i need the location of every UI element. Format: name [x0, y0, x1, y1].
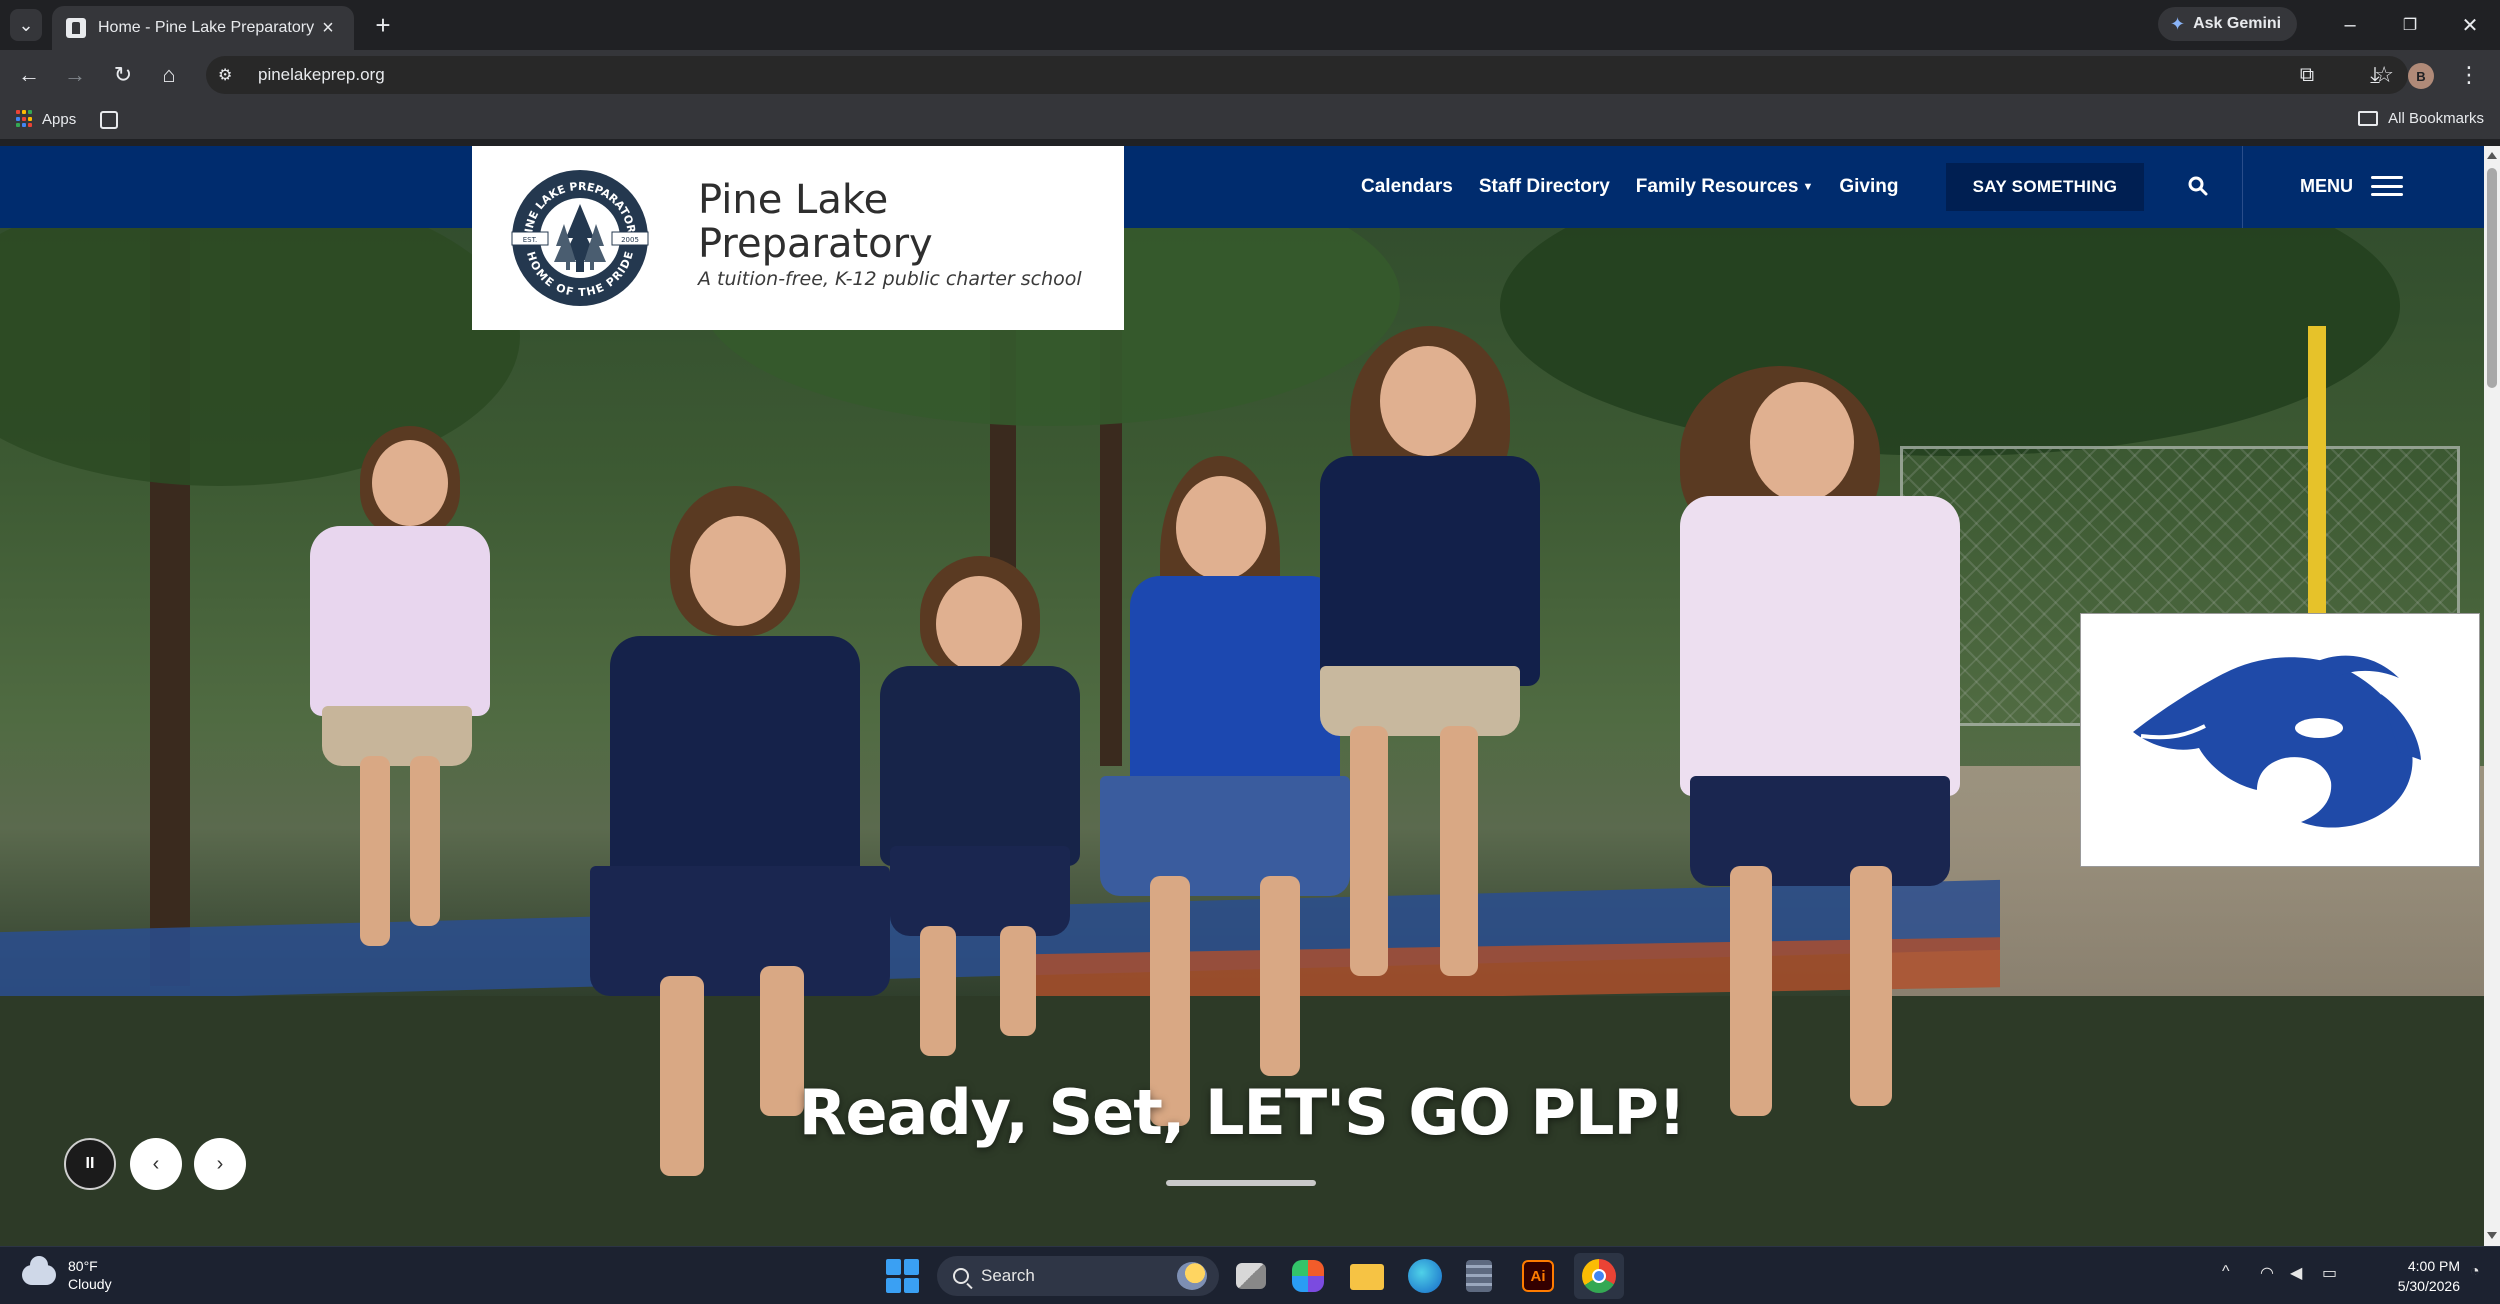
bookmarks-bar: Apps All Bookmarks [0, 100, 2500, 140]
wifi-icon[interactable]: ◠ [2260, 1263, 2274, 1283]
tab-search-chevron-icon[interactable]: ⌄ [10, 9, 42, 41]
school-seal-icon: PINE LAKE PREPARATORY HOME OF THE PRIDE … [511, 170, 649, 306]
edge-browser-icon[interactable] [1408, 1259, 1442, 1293]
pause-slideshow-icon[interactable]: II [64, 1138, 116, 1190]
scroll-thumb[interactable] [2487, 168, 2497, 388]
profile-avatar[interactable]: B [2408, 63, 2434, 89]
windows-taskbar: 80°F Cloudy Search Ai ^ ◠ ◀ ▭ 4:00 PM 5/… [0, 1246, 2500, 1304]
nav-staff-directory[interactable]: Staff Directory [1479, 176, 1610, 198]
search-icon [953, 1268, 969, 1284]
new-tab-plus-icon[interactable]: + [366, 8, 400, 42]
site-favicon-icon [66, 18, 86, 38]
page-viewport: Calendars Staff Directory Family Resourc… [0, 146, 2484, 1246]
school-logo-link[interactable]: PINE LAKE PREPARATORY HOME OF THE PRIDE … [472, 146, 1124, 330]
browser-tab-strip: ⌄ Home - Pine Lake Preparatory × + ✦ Ask… [0, 0, 2500, 50]
home-icon[interactable]: ⌂ [152, 58, 186, 92]
notification-bell-icon[interactable]: ◔ [2470, 1263, 2480, 1281]
search-icon[interactable] [2180, 168, 2216, 204]
school-name: Pine Lake Preparatory [698, 178, 1078, 266]
menu-button[interactable]: MENU [2300, 168, 2403, 204]
lion-mascot-icon [2133, 655, 2421, 828]
kebab-menu-icon[interactable]: ⋮ [2452, 58, 2486, 92]
weather-sun-icon [1177, 1262, 1207, 1290]
restore-icon[interactable]: ❐ [2386, 8, 2434, 42]
battery-icon[interactable]: ▭ [2322, 1263, 2337, 1283]
downloads-icon[interactable]: ⤓ [2358, 58, 2392, 92]
calculator-icon[interactable] [1466, 1260, 1492, 1292]
primary-nav: Calendars Staff Directory Family Resourc… [1361, 146, 1924, 228]
cloud-icon [22, 1256, 56, 1285]
site-header: Calendars Staff Directory Family Resourc… [0, 146, 2484, 228]
bookmark-apps[interactable]: Apps [16, 110, 76, 128]
gemini-sparkle-icon: ✦ [2170, 13, 2186, 34]
next-slide-chevron-icon[interactable]: › [194, 1138, 246, 1190]
nav-giving[interactable]: Giving [1839, 176, 1898, 198]
nav-calendars[interactable]: Calendars [1361, 176, 1453, 198]
say-something-button[interactable]: SAY SOMETHING [1946, 163, 2144, 211]
clock-date: 5/30/2026 [2397, 1278, 2460, 1294]
all-bookmarks-label: All Bookmarks [2388, 110, 2484, 127]
all-bookmarks-button[interactable]: All Bookmarks [2358, 110, 2484, 127]
nav-family-resources[interactable]: Family Resources ▼ [1636, 176, 1814, 198]
tab-groups-icon[interactable] [100, 111, 118, 129]
tab-close-icon[interactable]: × [316, 17, 340, 40]
forward-arrow-icon[interactable]: → [58, 58, 92, 92]
url-text[interactable]: pinelakeprep.org [258, 65, 385, 85]
file-explorer-icon[interactable] [1350, 1264, 1384, 1290]
folder-icon [2358, 111, 2379, 126]
system-clock[interactable]: 4:00 PM 5/30/2026 [2360, 1256, 2460, 1296]
browser-toolbar: ← → ↻ ⌂ ⚙ pinelakeprep.org ☆ ⧉ ⤓ B ⋮ [0, 50, 2500, 100]
volume-icon[interactable]: ◀ [2290, 1263, 2302, 1283]
hamburger-icon [2371, 176, 2403, 196]
chrome-taskbar-button[interactable] [1574, 1253, 1624, 1299]
tray-chevron-up-icon[interactable]: ^ [2222, 1263, 2230, 1281]
task-view-icon[interactable] [1236, 1263, 1266, 1289]
minimize-icon[interactable]: – [2326, 8, 2374, 42]
svg-text:EST.: EST. [523, 236, 538, 244]
school-tagline: A tuition-free, K-12 public charter scho… [698, 268, 1082, 290]
bookmark-apps-label: Apps [42, 110, 77, 128]
nav-family-resources-label: Family Resources [1635, 176, 1799, 197]
slide-indicator[interactable] [1166, 1180, 1316, 1186]
scroll-down-arrow-icon[interactable] [2487, 1232, 2497, 1239]
weather-temp: 80°F [68, 1258, 98, 1274]
taskbar-search[interactable]: Search [937, 1256, 1219, 1296]
hero-caption: Ready, Set, LET'S GO PLP! [798, 1076, 1686, 1149]
scroll-up-arrow-icon[interactable] [2487, 152, 2497, 159]
reload-icon[interactable]: ↻ [106, 58, 140, 92]
address-bar[interactable]: ⚙ pinelakeprep.org ☆ [206, 56, 2408, 94]
previous-slide-chevron-icon[interactable]: ‹ [130, 1138, 182, 1190]
svg-text:2005: 2005 [621, 236, 639, 244]
tab-title: Home - Pine Lake Preparatory [98, 19, 315, 36]
weather-widget[interactable]: 80°F Cloudy [22, 1256, 112, 1293]
mascot-panel[interactable] [2080, 613, 2480, 867]
windows-start-icon[interactable] [886, 1259, 920, 1293]
weather-condition: Cloudy [68, 1276, 112, 1292]
apps-grid-icon [16, 110, 34, 128]
menu-label: MENU [2300, 175, 2353, 196]
school-name-line2: Preparatory [698, 221, 933, 267]
clock-time: 4:00 PM [2407, 1258, 2460, 1274]
ask-gemini-label: Ask Gemini [2193, 15, 2282, 32]
adobe-illustrator-icon[interactable]: Ai [1522, 1260, 1554, 1292]
site-info-icon[interactable]: ⚙ [218, 65, 246, 85]
back-arrow-icon[interactable]: ← [12, 58, 46, 92]
page-scrollbar[interactable] [2484, 146, 2500, 1246]
taskbar-search-label: Search [981, 1266, 1035, 1285]
extensions-puzzle-icon[interactable]: ⧉ [2290, 58, 2324, 92]
copilot-icon[interactable] [1292, 1260, 1324, 1292]
ask-gemini-button[interactable]: ✦ Ask Gemini [2158, 7, 2298, 41]
close-window-icon[interactable]: ✕ [2446, 8, 2494, 42]
browser-tab-active[interactable]: Home - Pine Lake Preparatory × [52, 6, 354, 50]
caret-down-icon: ▼ [1802, 181, 1814, 193]
school-name-line1: Pine Lake [698, 177, 889, 223]
